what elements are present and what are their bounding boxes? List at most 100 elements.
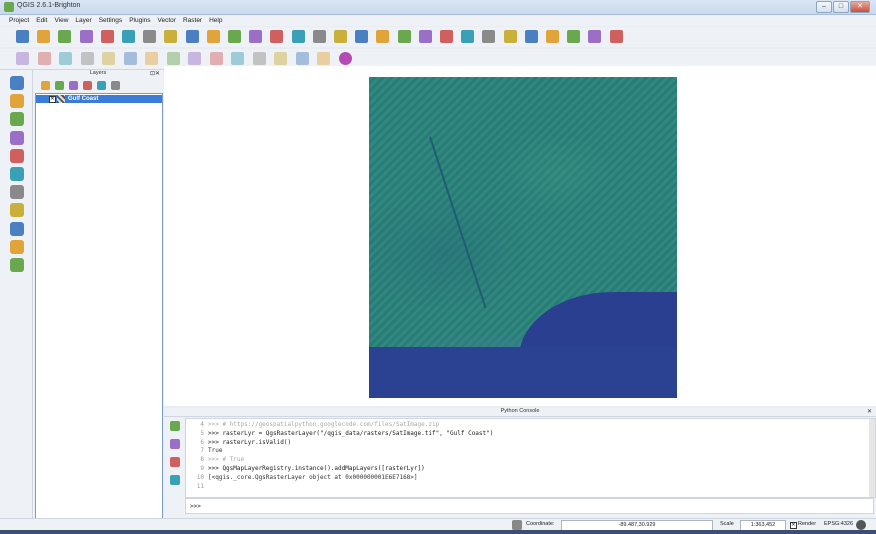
console-line: 5 >>> rasterLyr = QgsRasterLayer("/qgis_d… [186, 430, 493, 438]
collapse-all-icon[interactable] [97, 81, 106, 90]
select-icon[interactable] [418, 30, 432, 43]
layer-tree[interactable]: ✕ Gulf Coast [35, 93, 163, 520]
add-mssql-layer-icon[interactable] [10, 148, 24, 163]
satellite-raster-image [369, 77, 677, 398]
menu-vector[interactable]: Vector [158, 15, 176, 26]
close-button[interactable]: ✕ [850, 1, 870, 13]
save-edits-icon[interactable] [59, 52, 72, 65]
zoom-to-selection-icon[interactable] [291, 30, 305, 43]
add-raster-layer-icon[interactable] [10, 94, 24, 109]
add-feature-icon[interactable] [80, 52, 94, 65]
raster-layer-icon [57, 95, 65, 103]
layers-panel-controls[interactable]: ⊡✕ [150, 70, 160, 77]
messages-icon[interactable] [856, 520, 866, 530]
console-line: 11 [186, 483, 208, 491]
zoom-to-native-icon[interactable] [249, 30, 263, 43]
add-wcs-layer-icon[interactable] [10, 203, 24, 218]
console-line: 8 >>> # True [186, 456, 244, 464]
python-console-input[interactable]: >>> [185, 498, 874, 514]
map-tips-icon[interactable] [524, 30, 538, 43]
help-icon[interactable] [609, 30, 623, 43]
zoom-full-icon[interactable] [270, 30, 284, 43]
layer-item-gulf-coast[interactable]: ✕ Gulf Coast [36, 95, 162, 103]
add-spatialite-layer-icon[interactable] [10, 130, 24, 145]
pan-to-selection-icon[interactable] [185, 30, 199, 43]
clear-console-icon[interactable] [170, 421, 180, 431]
measure-icon[interactable] [503, 30, 517, 43]
remove-layer-icon[interactable] [111, 81, 120, 90]
filter-legend-icon[interactable] [69, 81, 78, 90]
minimize-button[interactable]: – [816, 1, 832, 13]
run-command-icon[interactable] [170, 457, 180, 467]
paste-features-icon[interactable] [209, 52, 223, 65]
add-wfs-layer-icon[interactable] [10, 221, 24, 236]
label-pin-icon[interactable] [231, 52, 244, 65]
menu-settings[interactable]: Settings [99, 15, 123, 26]
menu-edit[interactable]: Edit [36, 15, 47, 26]
label-rotate-icon[interactable] [295, 52, 309, 65]
move-feature-icon[interactable] [102, 52, 115, 65]
add-postgis-layer-icon[interactable] [10, 112, 24, 127]
zoom-next-icon[interactable] [355, 30, 369, 43]
menu-help[interactable]: Help [209, 15, 222, 26]
zoom-to-layer-icon[interactable] [312, 30, 326, 43]
new-project-icon[interactable] [16, 30, 29, 43]
menu-plugins[interactable]: Plugins [129, 15, 150, 26]
identify-icon[interactable] [397, 30, 411, 43]
label-move-icon[interactable] [274, 52, 287, 65]
save-as-icon[interactable] [79, 30, 93, 43]
zoom-in-icon[interactable] [206, 30, 220, 43]
crs-status[interactable]: EPSG:4326 [824, 521, 853, 527]
python-console-output[interactable]: 4 >>> # https://geospatialpython.googleco… [185, 418, 876, 498]
add-delimited-text-icon[interactable] [10, 239, 24, 254]
bookmark-icon[interactable] [546, 30, 559, 43]
menu-project[interactable]: Project [9, 15, 29, 26]
cut-features-icon[interactable] [166, 52, 180, 65]
label-show-hide-icon[interactable] [252, 52, 266, 65]
field-calculator-icon[interactable] [482, 30, 496, 43]
render-label: Render [798, 521, 817, 527]
expand-all-icon[interactable] [83, 81, 92, 90]
show-editor-icon[interactable] [170, 475, 180, 485]
add-wms-layer-icon[interactable] [10, 185, 24, 200]
pan-map-icon[interactable] [164, 30, 178, 43]
open-layer-styling-icon[interactable] [41, 81, 50, 90]
menu-raster[interactable]: Raster [183, 15, 202, 26]
console-scrollbar[interactable] [869, 419, 875, 497]
import-class-icon[interactable] [170, 439, 180, 449]
add-oracle-layer-icon[interactable] [10, 167, 24, 181]
delete-selected-icon[interactable] [145, 52, 158, 65]
render-checkbox[interactable]: ✕ [790, 522, 797, 529]
label-change-icon[interactable] [317, 52, 330, 65]
attribute-table-icon[interactable] [461, 30, 475, 43]
save-project-icon[interactable] [58, 30, 72, 43]
toggle-editing-icon[interactable] [37, 52, 51, 65]
node-tool-icon[interactable] [123, 52, 137, 65]
deselect-icon[interactable] [440, 30, 453, 43]
map-canvas[interactable] [164, 66, 876, 406]
copy-features-icon[interactable] [188, 52, 201, 65]
zoom-out-icon[interactable] [228, 30, 241, 43]
new-print-composer-icon[interactable] [100, 30, 114, 43]
layer-visibility-checkbox[interactable]: ✕ [49, 96, 56, 103]
touch-zoom-icon[interactable] [143, 30, 157, 43]
new-shapefile-icon[interactable] [10, 258, 24, 272]
annotation-icon[interactable] [567, 30, 581, 43]
refresh-icon[interactable] [376, 30, 390, 43]
maximize-button[interactable]: □ [833, 1, 849, 13]
menu-layer[interactable]: Layer [75, 15, 91, 26]
python-console-close-button[interactable]: ✕ [867, 408, 872, 415]
open-project-icon[interactable] [37, 30, 51, 43]
main-toolbar [0, 27, 876, 47]
python-console-icon[interactable] [338, 52, 352, 65]
label-icon[interactable] [588, 30, 602, 43]
composer-manager-icon[interactable] [122, 30, 135, 43]
toggle-extents-icon[interactable] [512, 520, 522, 530]
zoom-last-icon[interactable] [334, 30, 347, 43]
current-edits-icon[interactable] [16, 52, 29, 65]
scale-label: Scale [720, 521, 734, 527]
add-group-icon[interactable] [55, 81, 64, 90]
menu-view[interactable]: View [54, 15, 68, 26]
add-vector-layer-icon[interactable] [10, 76, 24, 90]
console-line-number: 6 [200, 438, 204, 446]
